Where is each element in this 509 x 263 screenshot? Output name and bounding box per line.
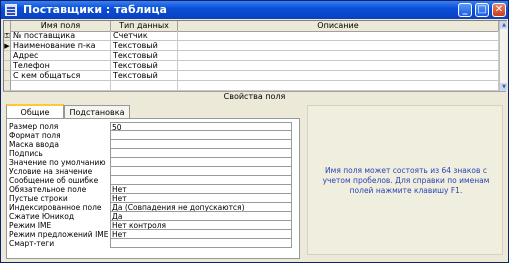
title-bar[interactable]: Поставщики : таблица _ □ ✕ [1, 1, 508, 19]
data-type-cell[interactable]: Счетчик [111, 31, 178, 41]
description-cell[interactable] [178, 51, 499, 61]
row-selector[interactable] [4, 51, 11, 61]
data-type-cell[interactable]: Текстовый [111, 41, 178, 51]
data-type-cell[interactable]: Текстовый [111, 71, 178, 81]
property-value-input[interactable]: Нет контроля [110, 221, 292, 230]
window-title: Поставщики : таблица [23, 3, 167, 16]
property-row[interactable]: Индексированное поле Да (Совпадения не д… [9, 203, 292, 212]
key-icon[interactable]: ⚿ [4, 31, 11, 41]
current-row-arrow-icon[interactable]: ▶ [4, 41, 11, 51]
property-row[interactable]: Маска ввода [9, 140, 292, 149]
property-row[interactable]: Сообщение об ошибке [9, 176, 292, 185]
row-selector[interactable] [4, 61, 11, 71]
description-cell[interactable] [178, 71, 499, 81]
tab-lookup[interactable]: Подстановка [64, 105, 130, 119]
column-header-field-name[interactable]: Имя поля [11, 21, 111, 31]
property-row[interactable]: Режим IME Нет контроля [9, 221, 292, 230]
property-value-input[interactable] [110, 158, 292, 167]
property-label: Сжатие Юникод [9, 212, 75, 221]
property-label: Условие на значение [9, 167, 93, 176]
property-label: Смарт-теги [9, 239, 55, 248]
tab-general[interactable]: Общие [6, 104, 64, 119]
property-value-input[interactable] [110, 131, 292, 140]
help-text: Имя поля может состоять из 64 знаков с у… [322, 166, 490, 195]
property-value-input[interactable] [110, 149, 292, 158]
row-selector[interactable] [4, 71, 11, 81]
property-value-input[interactable] [110, 176, 292, 185]
property-value-input[interactable]: Да [110, 212, 292, 221]
scroll-up-icon[interactable]: ▲ [500, 21, 507, 29]
property-label: Размер поля [9, 122, 59, 131]
description-cell[interactable] [178, 81, 499, 91]
minimize-button[interactable]: _ [458, 3, 472, 17]
property-label: Режим предложений IME [9, 230, 109, 239]
field-name-cell[interactable]: № поставщика [11, 31, 111, 41]
property-value-input[interactable] [110, 167, 292, 176]
grid-vertical-scrollbar[interactable]: ▲ ▼ [499, 21, 507, 91]
property-label: Обязательное поле [9, 185, 87, 194]
property-label: Индексированное поле [9, 203, 102, 212]
property-value-input[interactable] [110, 239, 292, 248]
property-value-input[interactable]: 50 [110, 122, 292, 131]
row-selector[interactable] [4, 81, 11, 91]
property-row[interactable]: Формат поля [9, 131, 292, 140]
property-label: Режим IME [9, 221, 52, 230]
property-row[interactable]: Значение по умолчанию [9, 158, 292, 167]
description-cell[interactable] [178, 61, 499, 71]
general-properties-panel: Размер поля 50 Формат поля Маска ввода П… [6, 118, 300, 259]
table-icon [5, 4, 17, 16]
data-type-cell[interactable] [111, 81, 178, 91]
field-properties-header: Свойства поля [3, 91, 506, 102]
close-button[interactable]: ✕ [492, 3, 506, 17]
field-name-cell[interactable]: Наименование п-ка [11, 41, 111, 51]
property-row[interactable]: Обязательное поле Нет [9, 185, 292, 194]
property-label: Пустые строки [9, 194, 68, 203]
maximize-button[interactable]: □ [475, 3, 489, 17]
property-value-input[interactable]: Нет [110, 230, 292, 239]
property-row[interactable]: Смарт-теги [9, 239, 292, 248]
data-type-cell[interactable]: Текстовый [111, 51, 178, 61]
field-grid[interactable]: Имя поля Тип данных Описание ⚿ № поставщ… [3, 20, 507, 91]
property-value-input[interactable]: Нет [110, 194, 292, 203]
property-value-input[interactable]: Да (Совпадения не допускаются) [110, 203, 292, 212]
property-label: Подпись [9, 149, 43, 158]
property-row[interactable]: Условие на значение [9, 167, 292, 176]
property-row[interactable]: Подпись [9, 149, 292, 158]
scroll-down-icon[interactable]: ▼ [500, 83, 507, 91]
property-label: Сообщение об ошибке [9, 176, 99, 185]
field-name-cell[interactable]: Адрес [11, 51, 111, 61]
property-row[interactable]: Пустые строки Нет [9, 194, 292, 203]
header-selector [4, 21, 11, 31]
property-row[interactable]: Сжатие Юникод Да [9, 212, 292, 221]
field-name-cell[interactable]: Телефон [11, 61, 111, 71]
column-header-data-type[interactable]: Тип данных [111, 21, 178, 31]
property-label: Значение по умолчанию [9, 158, 106, 167]
description-cell[interactable] [178, 41, 499, 51]
table-design-window: Поставщики : таблица _ □ ✕ Имя поля Тип … [0, 0, 509, 263]
description-cell[interactable] [178, 31, 499, 41]
field-name-cell[interactable] [11, 81, 111, 91]
property-label: Маска ввода [9, 140, 59, 149]
property-row[interactable]: Режим предложений IME Нет [9, 230, 292, 239]
property-value-input[interactable]: Нет [110, 185, 292, 194]
column-header-description[interactable]: Описание [178, 21, 499, 31]
property-row[interactable]: Размер поля 50 [9, 122, 292, 131]
property-value-input[interactable] [110, 140, 292, 149]
data-type-cell[interactable]: Текстовый [111, 61, 178, 71]
property-label: Формат поля [9, 131, 61, 140]
help-panel: Имя поля может состоять из 64 знаков с у… [307, 105, 503, 255]
field-name-cell[interactable]: С кем общаться [11, 71, 111, 81]
